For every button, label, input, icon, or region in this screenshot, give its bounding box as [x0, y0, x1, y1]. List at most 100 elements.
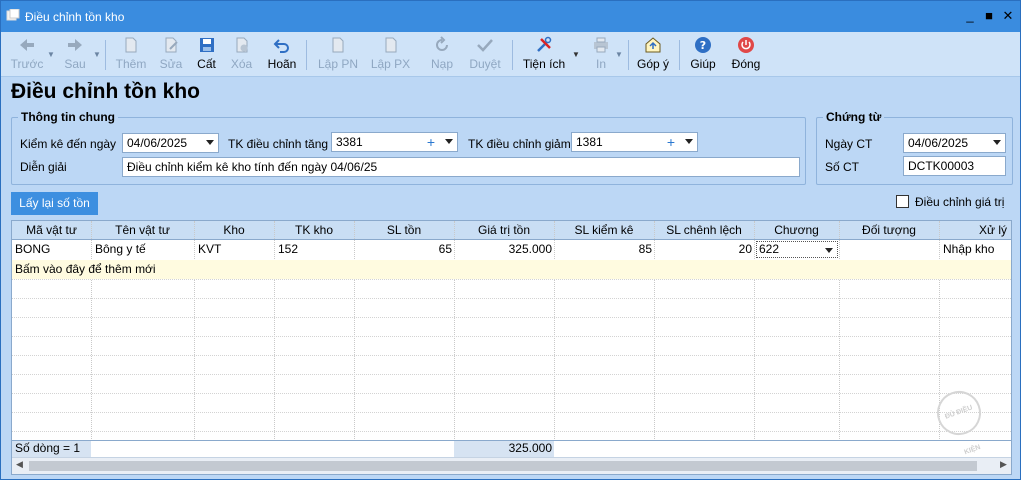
items-grid: Mã vật tư Tên vật tư Kho TK kho SL tồn G… [11, 220, 1012, 475]
chevron-down-icon[interactable] [685, 139, 693, 144]
next-button[interactable]: Sau ▼ [59, 32, 101, 77]
decrease-account-field[interactable]: 1381 + [571, 132, 698, 152]
cell-stock-qty[interactable]: 65 [354, 240, 452, 259]
grid-line [839, 221, 840, 457]
grid-line [274, 221, 275, 457]
cell-account[interactable]: 152 [278, 240, 352, 259]
delete-button[interactable]: Xóa [227, 32, 256, 77]
cell-code[interactable]: BONG [15, 240, 89, 259]
utilities-button[interactable]: Tiện ích ▼ [521, 32, 580, 77]
window-title: Điều chỉnh tồn kho [25, 10, 125, 24]
maximize-button[interactable]: ■ [980, 7, 998, 25]
voucher-number-field[interactable]: DCTK00003 [903, 156, 1006, 176]
create-receipt-button[interactable]: Lập PN [315, 32, 361, 77]
close-window-button[interactable]: ✕ [999, 7, 1017, 25]
toolbar-separator [628, 40, 629, 70]
edit-button[interactable]: Sửa [156, 32, 186, 77]
chevron-down-icon[interactable] [825, 248, 833, 253]
column-header-object[interactable]: Đối tượng [839, 221, 939, 240]
decrease-account-label: TK điều chỉnh giảm [468, 137, 571, 151]
tools-icon [537, 36, 552, 52]
column-header-stock-qty[interactable]: SL tồn [354, 221, 454, 240]
column-header-warehouse[interactable]: Kho [194, 221, 274, 240]
grid-footer: Số dòng = 1 325.000 [12, 440, 1011, 457]
edit-document-icon [165, 37, 178, 53]
column-header-chapter[interactable]: Chương [754, 221, 839, 240]
cell-handling[interactable]: Nhập kho [943, 240, 1011, 259]
scroll-right-icon[interactable]: ▶ [996, 459, 1011, 470]
toolbar-separator [512, 40, 513, 70]
voucher-legend: Chứng từ [823, 110, 885, 124]
new-row[interactable]: Bấm vào đây để thêm mới [12, 260, 1011, 279]
toolbar-separator [105, 40, 106, 70]
print-dropdown-icon[interactable]: ▼ [615, 50, 623, 59]
scrollbar-thumb[interactable] [29, 461, 977, 471]
help-button[interactable]: ? Giúp [688, 32, 718, 77]
cell-diff-qty[interactable]: 20 [654, 240, 752, 259]
print-button[interactable]: In ▼ [588, 32, 623, 77]
cell-counted-qty[interactable]: 85 [554, 240, 652, 259]
add-button[interactable]: Thêm [113, 32, 149, 77]
cell-warehouse[interactable]: KVT [198, 240, 272, 259]
page-title: Điều chỉnh tồn kho [11, 80, 200, 103]
column-header-name[interactable]: Tên vật tư [91, 221, 194, 240]
minimize-button[interactable]: _ [961, 7, 979, 25]
description-field[interactable]: Điều chỉnh kiểm kê kho tính đến ngày 04/… [122, 157, 800, 177]
adjustment-window: Điều chỉnh tồn kho _ ■ ✕ Trước ▼ Sau ▼ T… [0, 0, 1021, 480]
cell-chapter: 622 [759, 242, 780, 256]
refresh-icon [436, 36, 448, 51]
create-issue-button[interactable]: Lập PX [368, 32, 413, 77]
prev-dropdown-icon[interactable]: ▼ [47, 50, 55, 59]
power-icon [738, 37, 754, 53]
voucher-date-field[interactable]: 04/06/2025 [903, 133, 1006, 153]
receipt-document-icon [332, 37, 344, 53]
horizontal-scrollbar[interactable]: ◀ ▶ [12, 457, 1011, 474]
plus-icon[interactable]: + [667, 133, 675, 151]
save-button[interactable]: Cất [193, 32, 220, 77]
increase-account-field[interactable]: 3381 + [331, 132, 458, 152]
new-document-icon [125, 37, 137, 53]
grid-line [12, 317, 1011, 318]
grid-line [754, 221, 755, 457]
column-header-code[interactable]: Mã vật tư [12, 221, 91, 240]
grid-line [194, 221, 195, 457]
close-button[interactable]: Đóng [729, 32, 763, 77]
feedback-button[interactable]: Góp ý [635, 32, 671, 77]
general-info-legend: Thông tin chung [18, 110, 118, 124]
chapter-combo[interactable]: 622 [756, 241, 838, 258]
prev-button[interactable]: Trước ▼ [7, 32, 55, 77]
grid-line [12, 279, 1011, 280]
checkmark-icon [477, 39, 493, 52]
new-row-hint[interactable]: Bấm vào đây để thêm mới [15, 260, 315, 279]
printer-icon [594, 37, 608, 53]
plus-icon[interactable]: + [427, 133, 435, 151]
column-header-counted-qty[interactable]: SL kiểm kê [554, 221, 654, 240]
scroll-left-icon[interactable]: ◀ [12, 459, 27, 470]
cell-name[interactable]: Bông y tế [95, 240, 192, 259]
column-header-stock-value[interactable]: Giá trị tồn [454, 221, 554, 240]
chevron-down-icon[interactable] [445, 139, 453, 144]
delete-document-icon [236, 37, 247, 53]
reload-stock-button[interactable]: Lấy lại số tồn [11, 192, 98, 215]
chevron-down-icon[interactable] [993, 140, 1001, 145]
grid-line [12, 374, 1011, 375]
chevron-down-icon[interactable] [206, 140, 214, 145]
grid-line [91, 221, 92, 457]
increase-account-label: TK điều chỉnh tăng [228, 137, 329, 151]
cell-stock-value[interactable]: 325.000 [454, 240, 552, 259]
column-header-diff-qty[interactable]: SL chênh lệch [654, 221, 754, 240]
utilities-dropdown-icon[interactable]: ▼ [572, 50, 580, 59]
adjust-value-checkbox[interactable] [896, 195, 909, 208]
inventory-date-field[interactable]: 04/06/2025 [122, 133, 219, 153]
grid-line [12, 355, 1011, 356]
column-header-account[interactable]: TK kho [274, 221, 354, 240]
next-dropdown-icon[interactable]: ▼ [93, 50, 101, 59]
load-button[interactable]: Nạp [426, 32, 458, 77]
column-header-handling[interactable]: Xử lý [943, 221, 1011, 240]
approve-button[interactable]: Duyệt [465, 32, 505, 77]
grid-line [12, 393, 1011, 394]
svg-text:?: ? [700, 39, 706, 52]
undo-button[interactable]: Hoãn [265, 32, 299, 77]
cell-object[interactable] [843, 240, 937, 259]
toolbar-separator [679, 40, 680, 70]
